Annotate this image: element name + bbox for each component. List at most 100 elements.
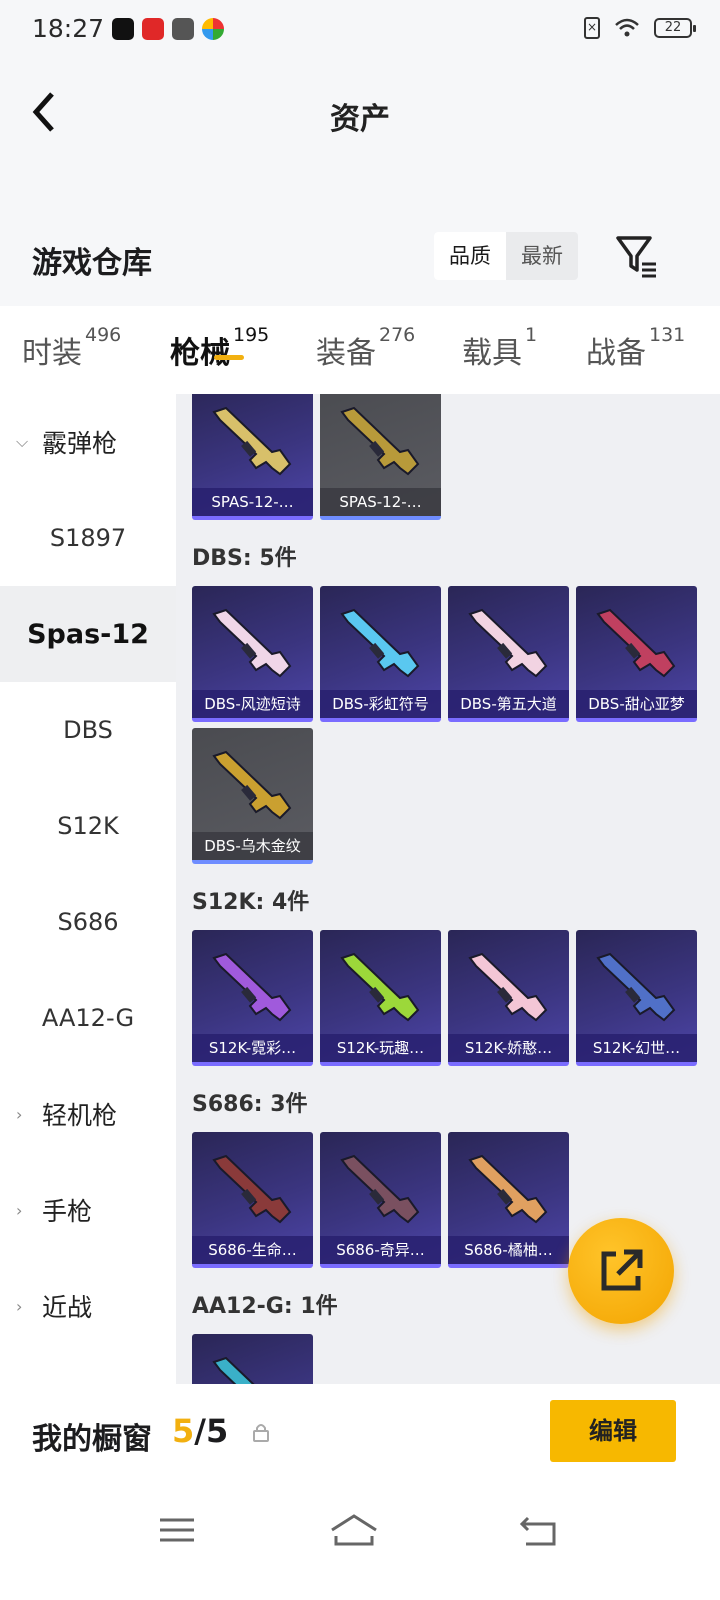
status-right: × 22 <box>584 17 696 39</box>
showcase-label: 我的橱窗 <box>32 1422 152 1457</box>
aa12-g-grid <box>176 1334 720 1384</box>
sidebar-category-shotgun[interactable]: ⌵ 霰弹枪 <box>0 394 176 490</box>
tab-label: 装备 <box>316 336 376 371</box>
tab-count: 131 <box>649 324 686 346</box>
tab-count: 195 <box>233 324 270 346</box>
tab-count: 496 <box>85 324 122 346</box>
weapon-skin-name: DBS-乌木金纹 <box>192 832 313 860</box>
filter-button[interactable] <box>614 232 660 280</box>
no-sim-icon: × <box>584 17 600 39</box>
chevron-right-icon: › <box>16 1296 23 1316</box>
sidebar-category-melee[interactable]: › 近战 <box>0 1258 176 1354</box>
menu-icon <box>160 1518 194 1542</box>
weapon-skin-name: S12K-幻世… <box>576 1034 697 1062</box>
weapon-skin-card[interactable]: S12K-霓彩… <box>192 930 313 1066</box>
browser-icon <box>202 18 224 40</box>
weapon-skin-name: DBS-风迹短诗 <box>192 690 313 718</box>
weapon-skin-card[interactable]: DBS-乌木金纹 <box>192 728 313 864</box>
sidebar-item-s686[interactable]: S686 <box>0 874 176 970</box>
weapon-skin-card[interactable]: S686-奇异… <box>320 1132 441 1268</box>
tab-supplies[interactable]: 战备131 <box>586 306 685 372</box>
sidebar-category-pistol[interactable]: › 手枪 <box>0 1162 176 1258</box>
weapon-skin-name: S686-橘柚… <box>448 1236 569 1264</box>
sidebar-category-label: 霰弹枪 <box>42 429 118 458</box>
nav-menu-button[interactable] <box>150 1510 206 1554</box>
tab-vehicles[interactable]: 载具1 <box>462 306 537 372</box>
sort-quality-button[interactable]: 品质 <box>434 232 506 280</box>
s12k-grid: S12K-霓彩… S12K-玩趣… S12K-娇憨… S12K-幻世… <box>176 930 720 1066</box>
wifi-icon <box>615 18 639 37</box>
weapon-skin-name: S12K-娇憨… <box>448 1034 569 1062</box>
weapon-skin-name: S686-生命… <box>192 1236 313 1264</box>
weapon-skin-card[interactable]: DBS-第五大道 <box>448 586 569 722</box>
weapon-icon <box>468 608 548 678</box>
page-title: 资产 <box>330 102 390 137</box>
weapon-skin-card[interactable]: SPAS-12-… <box>320 394 441 520</box>
sidebar-category-label: 近战 <box>42 1293 93 1322</box>
sidebar-category-label: 轻机枪 <box>42 1101 118 1130</box>
tab-label: 时装 <box>22 336 82 371</box>
weapon-skin-card[interactable]: S12K-玩趣… <box>320 930 441 1066</box>
sort-newest-button[interactable]: 最新 <box>506 232 578 280</box>
weapon-skin-name: S686-奇异… <box>320 1236 441 1264</box>
battery-icon: 22 <box>654 18 696 38</box>
filter-icon <box>616 236 656 278</box>
tab-firearms[interactable]: 枪械195 <box>170 306 269 372</box>
tab-equipment[interactable]: 装备276 <box>316 306 415 372</box>
weapon-skin-card[interactable] <box>192 1334 313 1384</box>
sidebar-item-spas-12[interactable]: Spas-12 <box>0 586 176 682</box>
weapon-icon <box>212 750 292 820</box>
showcase-count-separator: / <box>194 1412 206 1450</box>
sidebar-item-dbs[interactable]: DBS <box>0 682 176 778</box>
chevron-right-icon: › <box>16 1104 23 1124</box>
weapon-icon <box>596 952 676 1022</box>
weapon-icon <box>468 952 548 1022</box>
weapon-icon <box>212 952 292 1022</box>
showcase-count-current: 5 <box>172 1412 195 1450</box>
tab-fashion[interactable]: 时装496 <box>22 306 121 372</box>
sidebar-item-s1897[interactable]: S1897 <box>0 490 176 586</box>
tab-active-indicator <box>214 355 244 360</box>
weapon-skin-card[interactable]: SPAS-12-… <box>192 394 313 520</box>
weapon-skin-card[interactable]: S686-生命… <box>192 1132 313 1268</box>
showcase-count-total: 5 <box>205 1412 229 1450</box>
weapon-icon <box>212 1154 292 1224</box>
showcase-count: 5/5 <box>172 1412 228 1450</box>
warehouse-bar: 游戏仓库 品质 最新 <box>0 218 720 306</box>
tab-count: 1 <box>525 324 538 346</box>
weapon-skin-card[interactable]: S12K-幻世… <box>576 930 697 1066</box>
edit-button[interactable]: 编辑 <box>550 1400 676 1462</box>
weapon-icon <box>340 608 420 678</box>
weapon-skin-name: SPAS-12-… <box>192 488 313 516</box>
status-bar: 18:27 × 22 <box>0 0 720 58</box>
weapon-icon <box>212 1356 255 1384</box>
weapon-skin-name: S12K-玩趣… <box>320 1034 441 1062</box>
sort-toggle: 品质 最新 <box>434 232 578 280</box>
spas-12-grid: SPAS-12-… SPAS-12-… <box>176 394 720 520</box>
weapon-icon <box>596 608 676 678</box>
sidebar-item-aa12-g[interactable]: AA12-G <box>0 970 176 1066</box>
tmall-icon <box>142 18 164 40</box>
weapon-skin-card[interactable]: DBS-彩虹符号 <box>320 586 441 722</box>
wallet-icon <box>172 18 194 40</box>
nav-home-button[interactable] <box>326 1510 382 1554</box>
weapon-skin-card[interactable]: S12K-娇憨… <box>448 930 569 1066</box>
sidebar-item-s12k[interactable]: S12K <box>0 778 176 874</box>
weapon-skin-name: S12K-霓彩… <box>192 1034 313 1062</box>
weapon-skin-card[interactable]: DBS-甜心亚梦 <box>576 586 697 722</box>
chevron-right-icon: › <box>16 1200 23 1220</box>
nav-back-button[interactable] <box>512 1510 568 1554</box>
weapon-skin-card[interactable]: S686-橘柚… <box>448 1132 569 1268</box>
weapon-skin-card[interactable]: DBS-风迹短诗 <box>192 586 313 722</box>
sidebar-category-lmg[interactable]: › 轻机枪 <box>0 1066 176 1162</box>
weapon-skin-name: DBS-第五大道 <box>448 690 569 718</box>
weapon-icon <box>468 1154 548 1224</box>
weapon-skin-name: SPAS-12-… <box>320 488 441 516</box>
tab-label: 战备 <box>586 336 646 371</box>
share-fab-button[interactable] <box>568 1218 674 1324</box>
showcase-bar: 我的橱窗 5/5 编辑 <box>0 1384 720 1484</box>
app-header: 资产 <box>0 58 720 178</box>
warehouse-title: 游戏仓库 <box>32 246 152 281</box>
share-external-icon <box>601 1249 643 1291</box>
tab-label: 载具 <box>462 336 522 371</box>
